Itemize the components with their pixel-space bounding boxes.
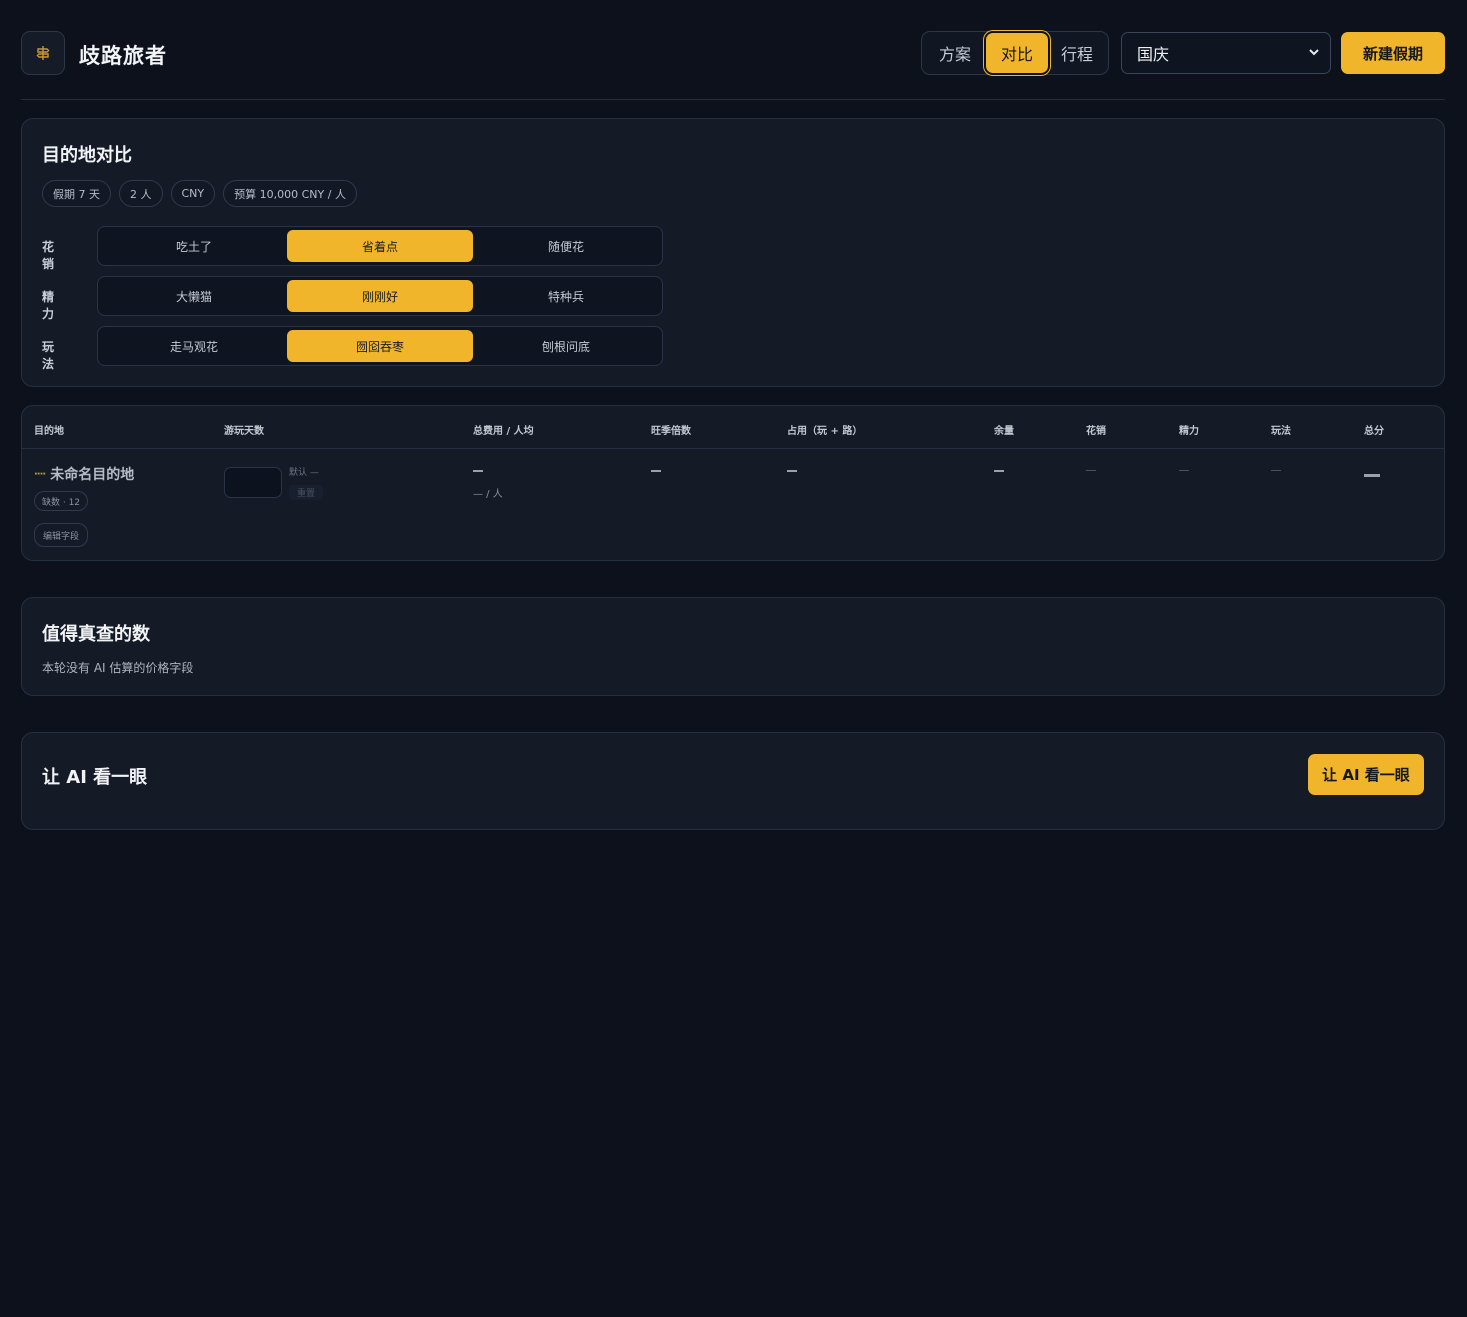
per-person-cost: — / 人 — [473, 489, 503, 500]
total-score-empty — [1364, 474, 1380, 477]
tab-itinerary[interactable]: 行程 — [1048, 33, 1106, 73]
app-root: 歧路旅者 方案 对比 行程 国庆 新建假期 目的地对比 假期 7 天 2 人 C… — [0, 0, 1467, 1317]
view-switcher: 方案 对比 行程 — [921, 31, 1109, 75]
energy-score-empty — [1179, 470, 1189, 471]
edit-fields-button[interactable]: 编辑字段 — [34, 523, 89, 547]
default-days-label: 默认 — — [289, 468, 319, 478]
remaining-empty — [994, 470, 1004, 472]
th-playstyle: 玩法 — [1271, 426, 1291, 437]
playstyle-score-empty — [1271, 470, 1281, 471]
pref-label: 花销 — [42, 240, 55, 271]
verify-numbers-card: 值得真查的数 本轮没有 AI 估算的价格字段 — [21, 597, 1445, 696]
ai-review-card: 让 AI 看一眼 让 AI 看一眼 — [21, 732, 1445, 830]
th-days: 游玩天数 — [224, 426, 264, 437]
tab-plan[interactable]: 方案 — [924, 33, 986, 73]
chip-budget: 预算 10,000 CNY / 人 — [223, 180, 357, 207]
destination-compare-card: 目的地对比 假期 7 天 2 人 CNY 预算 10,000 CNY / 人 花… — [21, 118, 1445, 387]
pref-label: 精力 — [42, 290, 55, 321]
pref-label: 玩法 — [42, 340, 55, 371]
chip-days: 假期 7 天 — [42, 180, 111, 207]
ai-title: 让 AI 看一眼 — [42, 767, 148, 788]
spending-option[interactable]: 吃土了 — [101, 230, 287, 262]
th-total-score: 总分 — [1364, 426, 1384, 437]
destination-name[interactable]: ···· 未命名目的地 — [34, 464, 134, 484]
compare-title: 目的地对比 — [42, 145, 132, 166]
th-destination: 目的地 — [34, 426, 64, 437]
energy-option[interactable]: 特种兵 — [473, 280, 659, 312]
spending-option-selected[interactable]: 省着点 — [287, 230, 473, 262]
th-peak-multiplier: 旺季倍数 — [651, 426, 691, 437]
summary-chips: 假期 7 天 2 人 CNY 预算 10,000 CNY / 人 — [42, 180, 357, 207]
chevron-down-icon — [1309, 49, 1319, 56]
days-input[interactable] — [224, 467, 282, 498]
playstyle-option[interactable]: 刨根问底 — [473, 330, 659, 362]
loading-dots-icon: ···· — [34, 468, 46, 480]
spending-score-empty — [1086, 470, 1096, 471]
th-occupancy: 占用（玩 + 路） — [787, 426, 863, 437]
missing-count-badge: 缺数 · 12 — [34, 491, 89, 511]
chip-people: 2 人 — [119, 180, 163, 207]
spending-option[interactable]: 随便花 — [473, 230, 659, 262]
energy-option-selected[interactable]: 刚刚好 — [287, 280, 473, 312]
destination-name-text: 未命名目的地 — [50, 467, 135, 483]
playstyle-option[interactable]: 走马观花 — [101, 330, 287, 362]
ai-review-button[interactable]: 让 AI 看一眼 — [1308, 754, 1424, 795]
th-energy: 精力 — [1179, 426, 1199, 437]
occupancy-empty — [787, 470, 797, 472]
energy-segmented-control: 大懒猫 刚刚好 特种兵 — [97, 276, 663, 316]
th-remaining: 余量 — [994, 426, 1014, 437]
reset-button[interactable]: 重置 — [289, 485, 324, 500]
holiday-select-value: 国庆 — [1137, 45, 1170, 64]
th-spending: 花销 — [1086, 426, 1106, 437]
playstyle-segmented-control: 走马观花 囫囵吞枣 刨根问底 — [97, 326, 663, 366]
verify-text: 本轮没有 AI 估算的价格字段 — [42, 661, 194, 675]
tab-compare[interactable]: 对比 — [986, 33, 1048, 73]
new-holiday-button[interactable]: 新建假期 — [1341, 32, 1445, 74]
verify-title: 值得真查的数 — [42, 624, 150, 645]
energy-option[interactable]: 大懒猫 — [101, 280, 287, 312]
spending-segmented-control: 吃土了 省着点 随便花 — [97, 226, 663, 266]
total-cost-empty — [473, 470, 483, 472]
compare-table: 目的地 游玩天数 总费用 / 人均 旺季倍数 占用（玩 + 路） 余量 花销 精… — [21, 405, 1445, 561]
signpost-icon — [21, 31, 65, 75]
th-total-cost: 总费用 / 人均 — [473, 426, 534, 437]
top-bar: 歧路旅者 方案 对比 行程 国庆 新建假期 — [21, 0, 1445, 100]
peak-multiplier-empty — [651, 470, 661, 472]
chip-currency: CNY — [170, 180, 216, 207]
table-header: 目的地 游玩天数 总费用 / 人均 旺季倍数 占用（玩 + 路） 余量 花销 精… — [22, 406, 1444, 449]
holiday-select[interactable]: 国庆 — [1121, 32, 1331, 74]
app-title: 歧路旅者 — [79, 44, 167, 68]
playstyle-option-selected[interactable]: 囫囵吞枣 — [287, 330, 473, 362]
